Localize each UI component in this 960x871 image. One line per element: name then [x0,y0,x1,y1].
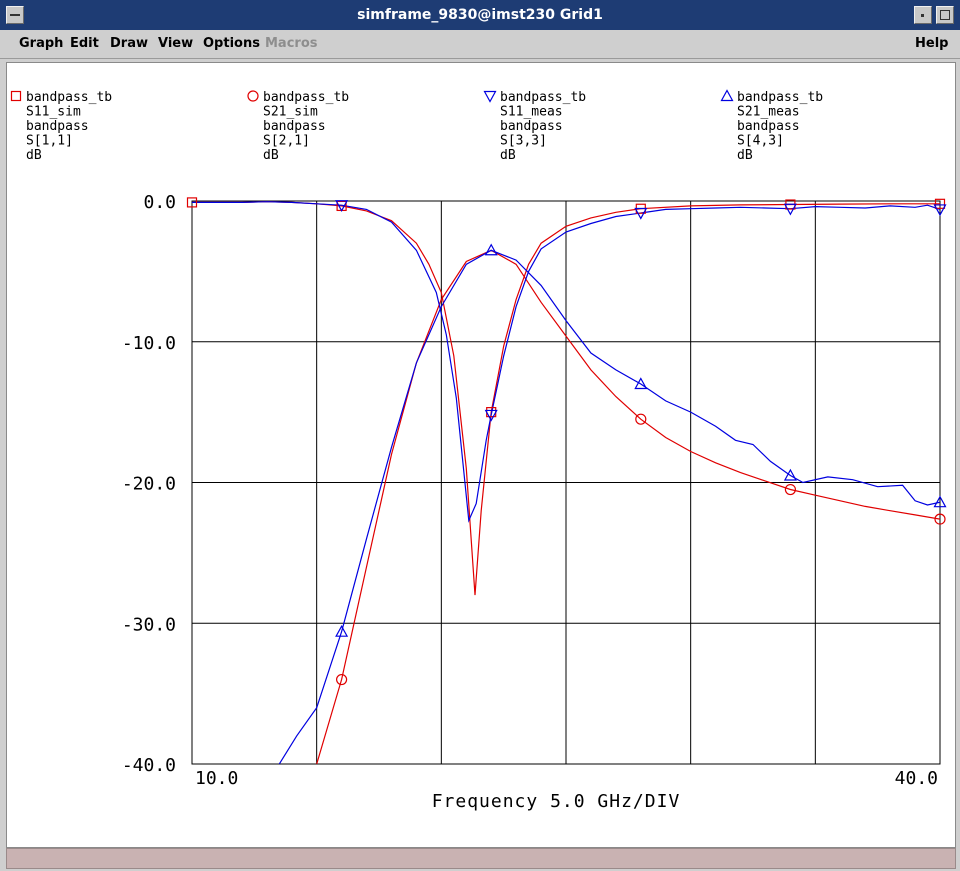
x-tick-label: 40.0 [895,768,938,789]
legend-text: bandpass_tb [26,90,112,105]
y-tick-label: -30.0 [122,614,176,635]
legend-text: S[2,1] [263,134,310,149]
y-tick-label: 0.0 [143,192,176,213]
legend-text: dB [737,148,753,163]
series-line-s21-meas [278,249,940,764]
legend-marker [247,90,259,102]
legend-text: dB [500,148,516,163]
x-axis-label: Frequency 5.0 GHz/DIV [432,791,681,812]
legend-text: bandpass_tb [500,90,586,105]
x-tick-label: 10.0 [195,768,238,789]
legend-text: S11_meas [500,105,563,120]
application-window: simframe_9830@imst230 Grid1 Graph Edit D… [0,0,960,871]
legend-text: bandpass [26,119,89,134]
legend-text: dB [263,148,279,163]
legend-marker [10,90,22,102]
legend-text: bandpass [263,119,326,134]
legend-text: bandpass_tb [263,90,349,105]
series-line-s21-sim [316,249,940,764]
legend-text: S11_sim [26,105,81,120]
y-tick-label: -40.0 [122,755,176,776]
legend-text: S21_meas [737,105,800,120]
legend-text: bandpass_tb [737,90,823,105]
legend-text: bandpass [500,119,563,134]
legend-text: bandpass [737,119,800,134]
legend-marker [720,89,734,102]
legend-text: S21_sim [263,105,318,120]
legend-text: S[1,1] [26,134,73,149]
legend-text: S[3,3] [500,134,547,149]
y-tick-label: -20.0 [122,474,176,495]
legend-text: S[4,3] [737,134,784,149]
legend-marker [483,90,497,103]
y-tick-label: -10.0 [122,333,176,354]
plot-canvas: bandpass_tbS11_simbandpassS[1,1]dBbandpa… [10,89,947,812]
legend-text: dB [26,148,42,163]
